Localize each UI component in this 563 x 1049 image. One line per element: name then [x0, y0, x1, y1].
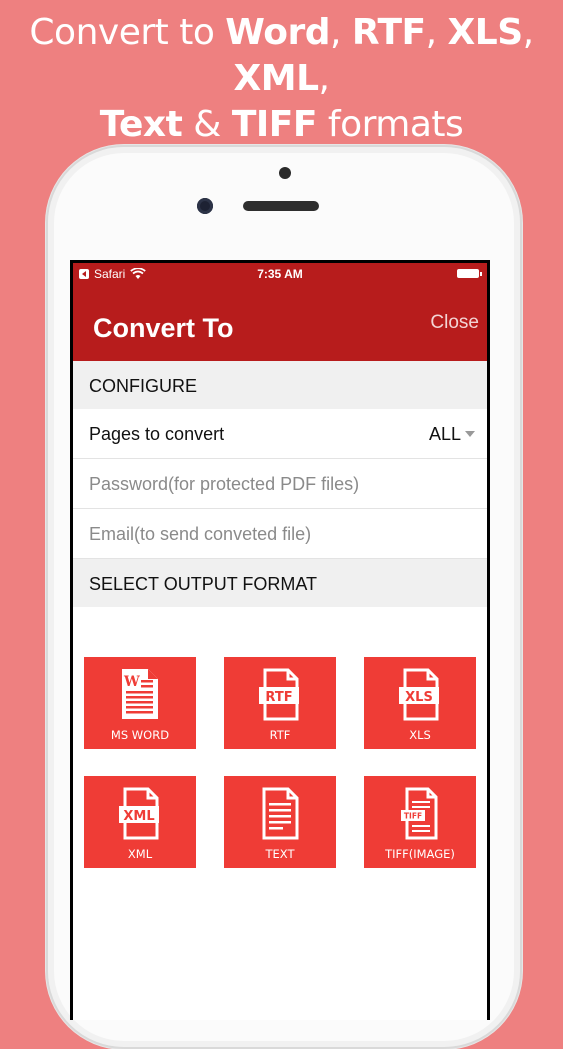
password-input[interactable] — [87, 467, 471, 501]
promo-sep: , — [318, 58, 330, 99]
pages-select-value[interactable]: ALL — [429, 424, 461, 445]
format-tile-xml[interactable]: XML XML — [84, 776, 196, 868]
front-camera — [197, 198, 213, 214]
promo-textfmt: Text — [99, 104, 183, 145]
promo-suffix: formats — [316, 104, 464, 145]
password-row[interactable] — [73, 459, 487, 509]
format-label: MS WORD — [110, 728, 170, 742]
status-bar: Safari 7:35 AM — [73, 263, 487, 285]
format-tile-xls[interactable]: XLS XLS — [364, 657, 476, 749]
promo-sep: , — [329, 12, 352, 53]
rtf-file-icon: RTF — [259, 668, 299, 721]
svg-text:TIFF: TIFF — [404, 812, 422, 821]
pages-to-convert-row[interactable]: Pages to convert ALL — [73, 409, 487, 459]
battery-icon — [457, 269, 482, 278]
status-time: 7:35 AM — [257, 267, 303, 281]
promo-headline: Convert to Word, RTF, XLS, XML, Text & T… — [0, 10, 563, 148]
promo-sep: , — [522, 12, 534, 53]
app-screen: Safari 7:35 AM Convert To Close CONFIGUR… — [73, 263, 487, 1020]
phone-screen: Safari 7:35 AM Convert To Close CONFIGUR… — [70, 260, 490, 1020]
configure-section-header: CONFIGURE — [73, 361, 487, 409]
svg-text:XML: XML — [123, 809, 154, 824]
promo-sep: , — [425, 12, 448, 53]
pages-to-convert-label: Pages to convert — [89, 424, 225, 444]
svg-text:W: W — [123, 674, 140, 690]
promo-rtf: RTF — [351, 12, 426, 53]
proximity-sensor — [279, 167, 291, 179]
format-tile-ms-word[interactable]: W MS WORD — [84, 657, 196, 749]
text-file-icon — [262, 787, 299, 840]
promo-xml: XML — [233, 58, 320, 99]
output-section-header: SELECT OUTPUT FORMAT — [73, 559, 487, 607]
promo-xls: XLS — [447, 12, 524, 53]
nav-bar: Convert To Close — [73, 285, 487, 361]
email-row[interactable] — [73, 509, 487, 559]
format-label: XML — [127, 847, 153, 861]
page-title: Convert To — [93, 313, 234, 343]
xml-file-icon: XML — [119, 787, 159, 840]
svg-text:XLS: XLS — [405, 690, 433, 705]
promo-sep: & — [182, 104, 232, 145]
promo-tiff: TIFF — [231, 104, 318, 145]
dropdown-caret-icon[interactable] — [465, 431, 475, 437]
output-header-label: SELECT OUTPUT FORMAT — [89, 574, 318, 594]
email-input[interactable] — [87, 517, 471, 551]
format-label: TIFF(IMAGE) — [385, 847, 455, 861]
promo-text: Convert to — [29, 12, 226, 53]
tiff-file-icon: TIFF — [401, 787, 438, 840]
earpiece-speaker — [243, 201, 319, 211]
format-label: RTF — [269, 728, 291, 742]
svg-text:RTF: RTF — [265, 690, 292, 705]
word-doc-icon: W — [122, 669, 158, 719]
format-tile-text[interactable]: TEXT — [224, 776, 336, 868]
xls-file-icon: XLS — [399, 668, 439, 721]
format-label: XLS — [409, 728, 431, 742]
format-label: TEXT — [265, 847, 295, 861]
configure-header-label: CONFIGURE — [89, 376, 197, 396]
format-tile-rtf[interactable]: RTF RTF — [224, 657, 336, 749]
close-button[interactable]: Close — [430, 312, 479, 334]
promo-word: Word — [225, 12, 330, 53]
format-tile-tiff[interactable]: TIFF TIFF(IMAGE) — [364, 776, 476, 868]
